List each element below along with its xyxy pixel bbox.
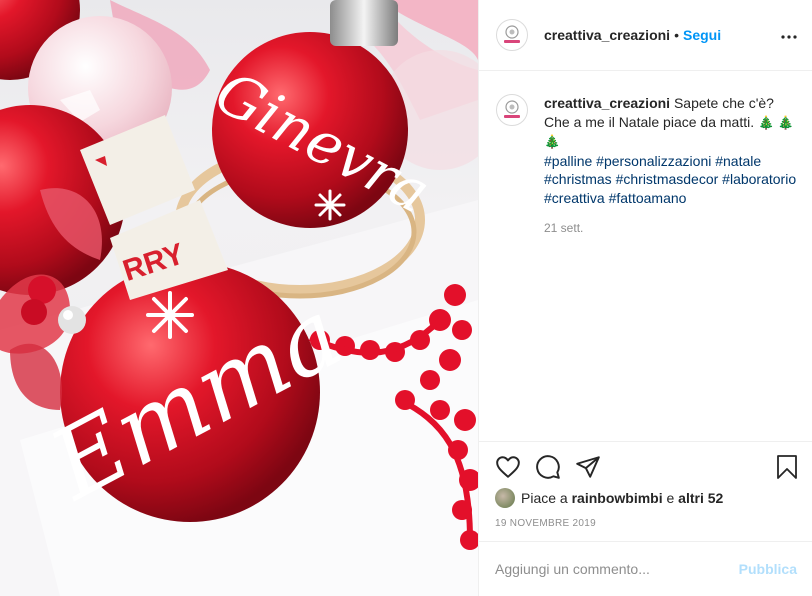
liker-username[interactable]: rainbowbimbi [572, 490, 663, 506]
likes-others[interactable]: altri 52 [678, 490, 723, 506]
caption-timestamp[interactable]: 21 sett. [544, 219, 801, 238]
paper-plane-icon[interactable] [575, 454, 601, 480]
follow-button[interactable]: Segui [683, 27, 721, 43]
brand-logo-icon [504, 100, 520, 118]
hashtag-list: #palline #personalizzazioni #natale #chr… [544, 152, 801, 208]
christmas-ornaments-image: Ginevra Emma RRY [0, 0, 478, 596]
comment-box: Pubblica [479, 541, 812, 596]
caption-body: creattiva_creazioni Sapete che c'è? Che … [544, 94, 801, 238]
brand-logo-icon [504, 25, 520, 43]
hashtag-palline[interactable]: #palline [544, 153, 592, 169]
hashtag-christmasdecor[interactable]: #christmasdecor [616, 171, 719, 187]
hashtag-creattiva[interactable]: #creattiva [544, 190, 605, 206]
more-options-icon[interactable] [781, 26, 797, 44]
hashtag-christmas[interactable]: #christmas [544, 171, 612, 187]
hashtag-fattoamano[interactable]: #fattoamano [609, 190, 687, 206]
post-date[interactable]: 19 NOVEMBRE 2019 [495, 518, 596, 529]
caption: creattiva_creazioni Sapete che c'è? Che … [496, 94, 801, 238]
heart-icon[interactable] [495, 454, 521, 480]
publish-button[interactable]: Pubblica [739, 561, 797, 577]
avatar[interactable] [496, 19, 528, 51]
post-photo[interactable]: Ginevra Emma RRY [0, 0, 478, 596]
post-side-panel: creattiva_creazioni • Segui creattiva_cr… [478, 0, 812, 596]
hashtag-personalizzazioni[interactable]: #personalizzazioni [596, 153, 711, 169]
bookmark-icon[interactable] [775, 454, 799, 485]
caption-username[interactable]: creattiva_creazioni [544, 95, 670, 111]
separator-dot: • [674, 27, 679, 43]
hashtag-laboratorio[interactable]: #laboratorio [722, 171, 796, 187]
likes-prefix: Piace a [521, 490, 568, 506]
comment-icon[interactable] [535, 454, 561, 480]
comment-input[interactable] [495, 561, 739, 577]
liker-avatar[interactable] [495, 488, 515, 508]
header-username[interactable]: creattiva_creazioni [544, 27, 670, 43]
likes-summary: Piace a rainbowbimbi e altri 52 [495, 488, 723, 508]
likes-connector: e [666, 490, 675, 506]
action-bar [479, 441, 812, 491]
post-header: creattiva_creazioni • Segui [479, 0, 812, 71]
hashtag-natale[interactable]: #natale [715, 153, 761, 169]
caption-avatar[interactable] [496, 94, 528, 126]
